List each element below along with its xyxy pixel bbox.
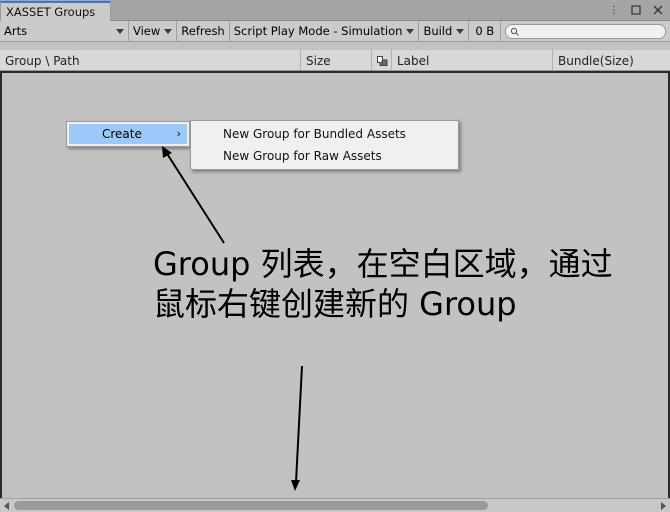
- dropdown-caret-icon: [406, 28, 415, 34]
- asset-type-icon: [377, 56, 388, 66]
- tab-strip: XASSET Groups ⋮: [0, 0, 670, 21]
- refresh-button[interactable]: Refresh: [177, 21, 230, 41]
- column-size-label: Size: [306, 54, 331, 68]
- play-mode-label: Script Play Mode - Simulation: [233, 24, 403, 38]
- search-container: [501, 21, 670, 41]
- view-dropdown[interactable]: View: [129, 21, 178, 41]
- menu-item-label: New Group for Raw Assets: [223, 149, 382, 163]
- column-bundle-size[interactable]: Bundle(Size): [553, 50, 670, 70]
- refresh-label: Refresh: [181, 24, 225, 38]
- dropdown-caret-icon: [456, 28, 465, 34]
- build-label: Build: [423, 24, 453, 38]
- play-mode-dropdown[interactable]: Script Play Mode - Simulation: [230, 21, 420, 41]
- horizontal-scrollbar[interactable]: [0, 498, 670, 512]
- close-icon[interactable]: [652, 4, 664, 16]
- maximize-icon[interactable]: [630, 4, 642, 16]
- dropdown-caret-icon: [164, 28, 173, 34]
- scroll-left-icon[interactable]: [4, 502, 9, 510]
- window-tab-title: XASSET Groups: [6, 5, 96, 19]
- menu-item-new-raw-group[interactable]: New Group for Raw Assets: [191, 145, 458, 167]
- column-bundle-size-label: Bundle(Size): [558, 54, 634, 68]
- toolbar: Arts View Refresh Script Play Mode - Sim…: [0, 21, 670, 42]
- group-selector-value: Arts: [4, 24, 28, 38]
- window-tab[interactable]: XASSET Groups: [0, 1, 111, 21]
- kebab-icon[interactable]: ⋮: [608, 4, 620, 16]
- menu-item-create[interactable]: Create ›: [69, 124, 187, 144]
- annotation-text: Group 列表，在空白区域，通过 鼠标右键创建新的 Group: [153, 244, 633, 324]
- total-size-value: 0 B: [475, 24, 495, 38]
- menu-item-create-label: Create: [102, 127, 142, 141]
- view-label: View: [133, 24, 161, 38]
- scrollbar-thumb[interactable]: [14, 501, 488, 510]
- build-dropdown[interactable]: Build: [419, 21, 470, 41]
- column-label-label: Label: [397, 54, 430, 68]
- context-menu: Create ›: [66, 121, 190, 147]
- search-input[interactable]: [505, 23, 666, 39]
- dropdown-caret-icon: [116, 28, 124, 34]
- search-icon: [511, 27, 520, 36]
- column-group-path[interactable]: Group \ Path: [0, 50, 301, 70]
- menu-item-new-bundled-group[interactable]: New Group for Bundled Assets: [191, 123, 458, 145]
- menu-item-label: New Group for Bundled Assets: [223, 127, 406, 141]
- column-group-path-label: Group \ Path: [5, 54, 80, 68]
- column-size[interactable]: Size: [301, 50, 372, 70]
- annotation-line-2: 鼠标右键创建新的 Group: [153, 285, 517, 323]
- window-controls: ⋮: [608, 3, 664, 17]
- scroll-right-icon[interactable]: [661, 502, 666, 510]
- annotation-line-1: Group 列表，在空白区域，通过: [153, 245, 613, 283]
- group-selector-dropdown[interactable]: Arts: [0, 21, 129, 41]
- context-submenu: New Group for Bundled Assets New Group f…: [190, 120, 459, 170]
- column-label[interactable]: Label: [392, 50, 553, 70]
- column-asset-type[interactable]: [372, 50, 392, 70]
- column-header: Group \ Path Size Label Bundle(Size): [0, 50, 670, 71]
- submenu-arrow-icon: ›: [176, 127, 181, 140]
- total-size: 0 B: [469, 21, 502, 41]
